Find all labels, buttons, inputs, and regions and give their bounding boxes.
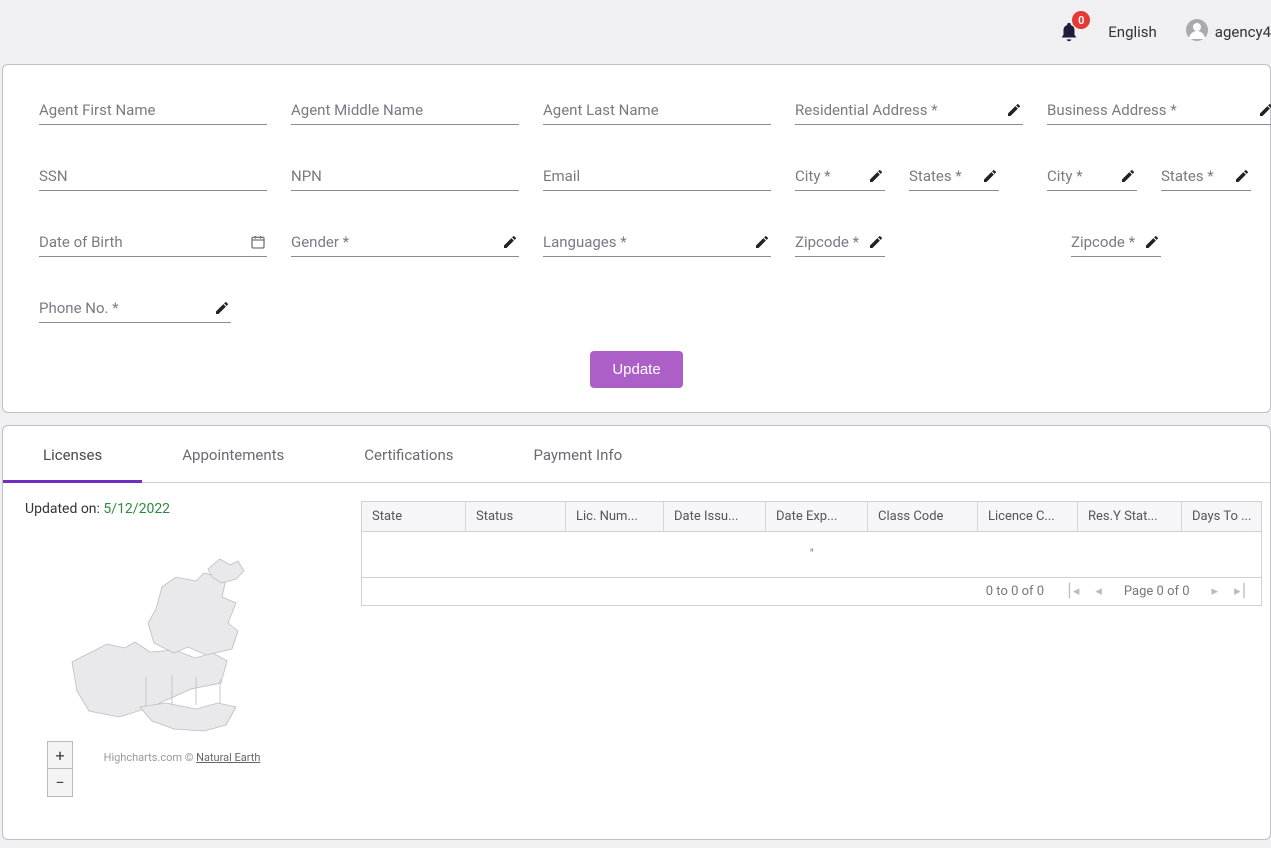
gender-field[interactable]: Gender * xyxy=(291,227,519,257)
username-label: agency4 xyxy=(1215,23,1271,41)
pencil-icon[interactable] xyxy=(1119,167,1137,185)
grid-empty-text: " xyxy=(810,547,814,562)
bus-city-field[interactable]: City * xyxy=(1047,161,1137,191)
email-field[interactable]: Email xyxy=(543,161,771,191)
residential-address-field[interactable]: Residential Address * xyxy=(795,95,1023,125)
pencil-icon[interactable] xyxy=(1143,233,1161,251)
res-states-field[interactable]: States * xyxy=(909,161,999,191)
col-licence-c[interactable]: Licence C... xyxy=(978,502,1078,531)
tab-appointments[interactable]: Appointements xyxy=(142,426,324,482)
pencil-icon[interactable] xyxy=(867,233,885,251)
avatar-icon xyxy=(1185,18,1209,46)
col-status[interactable]: Status xyxy=(466,502,566,531)
col-date-issued[interactable]: Date Issu... xyxy=(664,502,766,531)
ssn-field[interactable]: SSN xyxy=(39,161,267,191)
grid-page-text: Page 0 of 0 xyxy=(1124,584,1190,599)
pencil-icon[interactable] xyxy=(1005,101,1023,119)
col-date-expired[interactable]: Date Exp... xyxy=(766,502,868,531)
agent-form-panel: Agent First Name Agent Middle Name Agent… xyxy=(2,64,1271,413)
pencil-icon[interactable] xyxy=(867,167,885,185)
details-panel: Licenses Appointements Certifications Pa… xyxy=(2,425,1271,840)
pencil-icon[interactable] xyxy=(753,233,771,251)
top-header: 0 English agency4 xyxy=(0,0,1271,64)
tab-bar: Licenses Appointements Certifications Pa… xyxy=(3,426,1270,483)
tab-licenses[interactable]: Licenses xyxy=(3,426,142,482)
update-button[interactable]: Update xyxy=(590,351,682,388)
bus-states-field[interactable]: States * xyxy=(1161,161,1251,191)
pencil-icon[interactable] xyxy=(501,233,519,251)
tab-certifications[interactable]: Certifications xyxy=(324,426,493,482)
grid-header: State Status Lic. Num... Date Issu... Da… xyxy=(362,502,1261,532)
middle-name-field[interactable]: Agent Middle Name xyxy=(291,95,519,125)
first-name-field[interactable]: Agent First Name xyxy=(39,95,267,125)
grid-body: " xyxy=(362,532,1261,578)
languages-field[interactable]: Languages * xyxy=(543,227,771,257)
pencil-icon[interactable] xyxy=(213,299,231,317)
map-zoom-out-button[interactable]: − xyxy=(47,769,73,797)
language-selector[interactable]: English xyxy=(1108,23,1157,41)
calendar-icon[interactable] xyxy=(249,233,267,251)
grid-footer: 0 to 0 of 0 ⎮◂ ◂ Page 0 of 0 ▸ ▸⎮ xyxy=(362,578,1261,605)
col-lic-num[interactable]: Lic. Num... xyxy=(566,502,664,531)
npn-field[interactable]: NPN xyxy=(291,161,519,191)
pager-prev-icon[interactable]: ◂ xyxy=(1095,584,1102,599)
dob-field[interactable]: Date of Birth xyxy=(39,227,267,257)
last-name-field[interactable]: Agent Last Name xyxy=(543,95,771,125)
map-credit-link[interactable]: Natural Earth xyxy=(196,751,260,764)
col-resy-stat[interactable]: Res.Y Stat... xyxy=(1078,502,1182,531)
pencil-icon[interactable] xyxy=(981,167,999,185)
pencil-icon[interactable] xyxy=(1257,101,1271,119)
user-menu[interactable]: agency4 xyxy=(1185,18,1271,46)
col-class-code[interactable]: Class Code xyxy=(868,502,978,531)
notifications-button[interactable]: 0 xyxy=(1058,21,1080,43)
pager-last-icon[interactable]: ▸⎮ xyxy=(1234,584,1247,599)
business-address-field[interactable]: Business Address * xyxy=(1047,95,1271,125)
res-city-field[interactable]: City * xyxy=(795,161,885,191)
map-chart[interactable] xyxy=(62,547,302,747)
updated-on-label: Updated on: 5/12/2022 xyxy=(21,501,343,517)
map-zoom-in-button[interactable]: + xyxy=(47,741,73,769)
bus-zipcode-field[interactable]: Zipcode * xyxy=(1071,227,1161,257)
licenses-grid: State Status Lic. Num... Date Issu... Da… xyxy=(361,501,1262,606)
pager-first-icon[interactable]: ⎮◂ xyxy=(1066,584,1079,599)
pencil-icon[interactable] xyxy=(1233,167,1251,185)
col-days-to[interactable]: Days To ... xyxy=(1182,502,1261,531)
col-state[interactable]: State xyxy=(362,502,466,531)
phone-field[interactable]: Phone No. * xyxy=(39,293,231,323)
pager-next-icon[interactable]: ▸ xyxy=(1212,584,1219,599)
tab-payment[interactable]: Payment Info xyxy=(493,426,662,482)
grid-range-text: 0 to 0 of 0 xyxy=(986,584,1044,599)
updated-date: 5/12/2022 xyxy=(103,501,170,517)
res-zipcode-field[interactable]: Zipcode * xyxy=(795,227,885,257)
notification-badge: 0 xyxy=(1072,11,1090,29)
